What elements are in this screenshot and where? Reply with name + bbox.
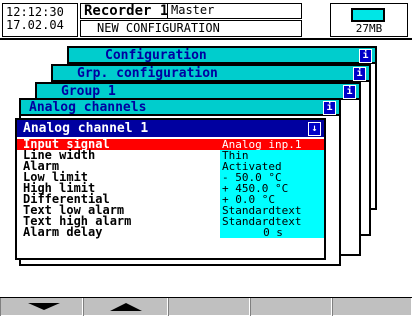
panel-group-title: Group 1 [61, 84, 116, 99]
date-text: 17.02.04 [6, 18, 64, 32]
softkey-bar [0, 297, 412, 316]
softkey-3-button[interactable] [168, 298, 250, 316]
recorder-title-text: Recorder 1 [84, 3, 169, 19]
softkey-4-button[interactable] [250, 298, 332, 316]
mode-subtitle: NEW CONFIGURATION [80, 20, 302, 37]
info-icon[interactable]: i [359, 49, 372, 63]
panel-analog-channel-title: Analog channel 1 ↓ [17, 120, 324, 137]
clock-display: 12:12:30 17.02.04 [2, 3, 78, 37]
setting-row-alarm-delay[interactable]: Alarm delay 0 s [17, 225, 324, 239]
softkey-5-button[interactable] [332, 298, 412, 316]
setting-label: Alarm delay [23, 225, 103, 239]
setting-value[interactable]: 0 s [220, 227, 324, 238]
panel-analog-channel[interactable]: Analog channel 1 ↓ Input signal Analog i… [15, 118, 326, 260]
info-icon[interactable]: i [343, 85, 356, 99]
role-badge: Master [167, 3, 247, 19]
panel-analog-channels-title: Analog channels [29, 100, 147, 115]
panel-group-configuration-title: Grp. configuration [77, 66, 218, 81]
info-icon[interactable]: i [353, 67, 366, 81]
arrow-up-icon [110, 303, 142, 311]
memory-indicator: 27MB [330, 3, 408, 37]
softkey-down-button[interactable] [0, 298, 83, 316]
arrow-down-icon [28, 303, 60, 310]
dropdown-icon[interactable]: ↓ [308, 122, 321, 136]
memory-text: 27MB [355, 22, 383, 35]
mode-subtitle-text: NEW CONFIGURATION [97, 21, 220, 35]
softkey-up-button[interactable] [83, 298, 168, 316]
panel-analog-channel-title-text: Analog channel 1 [23, 121, 149, 136]
role-text: Master [171, 3, 215, 17]
panel-configuration-title: Configuration [105, 48, 207, 63]
info-icon[interactable]: i [323, 101, 336, 115]
status-header: 12:12:30 17.02.04 Recorder 1 Master NEW … [0, 0, 412, 40]
memory-card-icon [351, 8, 385, 22]
